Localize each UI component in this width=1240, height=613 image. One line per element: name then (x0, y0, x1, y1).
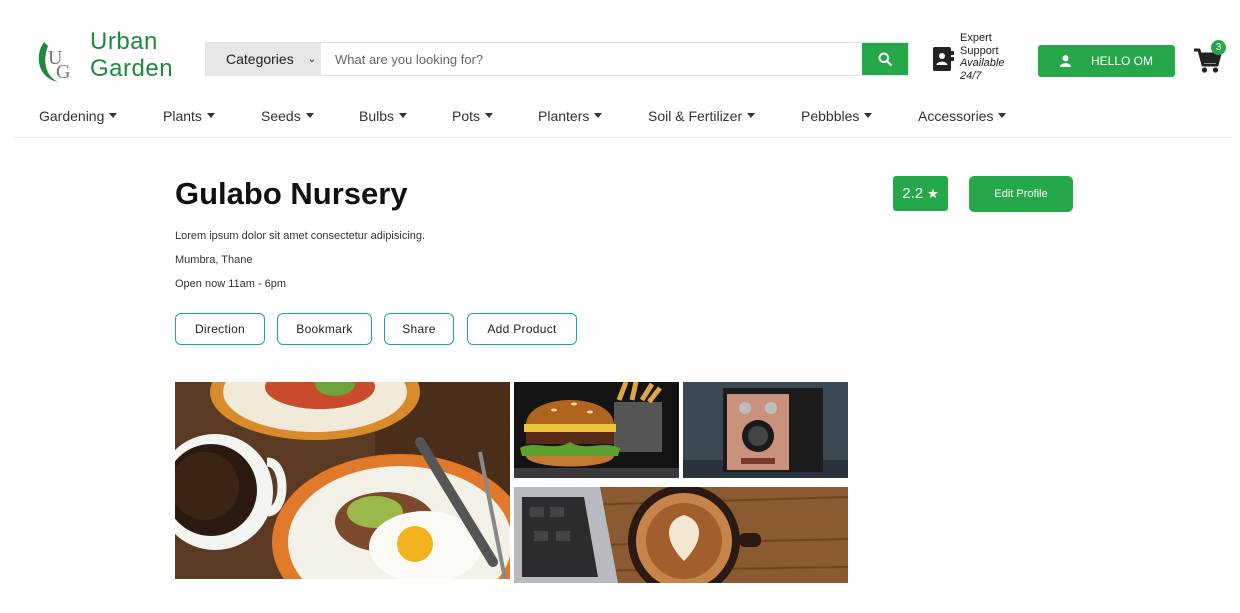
burger-image (514, 382, 679, 478)
user-account-label: HELLO OM (1091, 54, 1154, 68)
store-location: Mumbra, Thane (175, 254, 253, 266)
camera-image (683, 382, 848, 478)
caret-down-icon (594, 113, 603, 118)
support-line-1: Expert (960, 32, 992, 44)
nav-item-pebbbles[interactable]: Pebbbles (801, 108, 873, 124)
cart-button[interactable]: 3 (1193, 40, 1229, 76)
logo-line-2: Garden (90, 55, 174, 82)
user-icon (1060, 55, 1071, 67)
search-icon (878, 52, 892, 66)
logo[interactable]: U G Urban Garden (32, 28, 192, 88)
user-account-button[interactable]: HELLO OM (1038, 45, 1175, 77)
nav-item-soil-fertilizer[interactable]: Soil & Fertilizer (648, 108, 756, 124)
expert-support: Expert Support Available 24/7 (932, 32, 1022, 88)
support-text: Expert Support Available 24/7 (960, 32, 1004, 82)
category-select[interactable]: Categories ⌄ (206, 43, 321, 75)
caret-down-icon (305, 113, 314, 118)
nav-item-gardening[interactable]: Gardening (39, 108, 118, 124)
caret-down-icon (485, 113, 494, 118)
direction-button[interactable]: Direction (175, 313, 265, 345)
share-button[interactable]: Share (384, 313, 454, 345)
search-input[interactable] (321, 43, 862, 75)
chevron-down-icon: ⌄ (307, 53, 317, 65)
store-hours: Open now 11am - 6pm (175, 278, 287, 290)
store-name: Gulabo Nursery (175, 176, 408, 211)
category-select-label: Categories (226, 51, 294, 67)
category-nav: Gardening Plants Seeds Bulbs Pots Plante… (15, 96, 1232, 138)
store-description: Lorem ipsum dolor sit amet consectetur a… (175, 230, 426, 242)
logo-mark-icon: U G (38, 42, 70, 83)
latte-image (514, 487, 848, 583)
gallery-photo-camera[interactable] (683, 382, 848, 478)
svg-text:G: G (56, 61, 70, 83)
support-line-2: Support (960, 44, 999, 57)
contact-support-icon (933, 47, 954, 71)
caret-down-icon (109, 113, 118, 118)
rating-value: 2.2 (902, 185, 924, 202)
add-product-button[interactable]: Add Product (467, 313, 577, 345)
star-icon: ★ (927, 185, 939, 201)
logo-text: Urban Garden (90, 28, 173, 82)
nav-item-pots[interactable]: Pots (452, 108, 494, 124)
gallery-photo-breakfast[interactable] (175, 382, 510, 579)
nav-item-plants[interactable]: Plants (163, 108, 215, 124)
caret-down-icon (864, 113, 873, 118)
support-line-3: Available (960, 57, 1005, 69)
nav-item-seeds[interactable]: Seeds (261, 108, 314, 124)
support-line-4: 24/7 (960, 69, 982, 82)
gallery-photo-burger[interactable] (514, 382, 679, 478)
nav-item-accessories[interactable]: Accessories (918, 108, 1007, 124)
edit-profile-button[interactable]: Edit Profile (969, 176, 1073, 212)
search-button[interactable] (862, 43, 908, 75)
caret-down-icon (747, 113, 756, 118)
breakfast-image (175, 382, 510, 579)
nav-item-planters[interactable]: Planters (538, 108, 603, 124)
search-bar: Categories ⌄ (205, 42, 909, 76)
nav-item-bulbs[interactable]: Bulbs (359, 108, 408, 124)
caret-down-icon (399, 113, 408, 118)
gallery-photo-latte[interactable] (514, 487, 848, 583)
rating-badge: 2.2 ★ (893, 176, 948, 211)
cart-count-badge: 3 (1211, 40, 1226, 55)
caret-down-icon (998, 113, 1007, 118)
caret-down-icon (206, 113, 215, 118)
logo-line-1: Urban (90, 28, 158, 55)
bookmark-button[interactable]: Bookmark (277, 313, 372, 345)
